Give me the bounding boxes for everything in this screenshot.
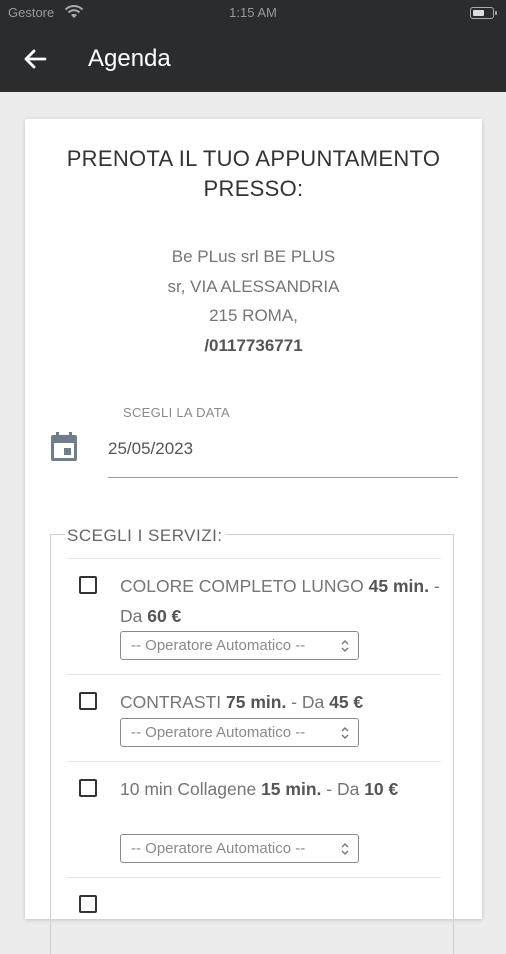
operator-select-value: -- Operatore Automatico -- [131,637,306,654]
date-input[interactable]: 25/05/2023 [108,439,193,459]
operator-select-value: -- Operatore Automatico -- [131,840,306,857]
address-line-1: Be PLus srl BE PLUS [171,247,336,266]
row-divider [67,558,441,559]
row-divider [67,877,441,878]
status-bar: Gestore 1:15 AM [0,0,506,28]
service-checkbox-contrasti[interactable] [79,692,97,710]
service-label-contrasti: CONTRASTI 75 min. - Da 45 € [120,687,440,717]
service-checkbox-next[interactable] [79,895,97,913]
service-price: 10 € [364,779,399,799]
service-price-prefix: - Da [321,779,365,799]
service-price-prefix: - Da [286,692,330,712]
select-chevron-icon [341,640,349,652]
operator-select-colore-completo[interactable]: -- Operatore Automatico -- [120,631,359,660]
service-name: COLORE COMPLETO LUNGO [120,576,364,596]
row-divider [67,761,441,762]
service-price: 45 € [329,692,364,712]
service-price: 60 € [147,606,182,626]
service-duration: 15 min. [261,779,322,799]
page-title: Agenda [88,45,171,72]
calendar-icon[interactable] [49,431,79,463]
booking-heading: PRENOTA IL TUO APPUNTAMENTO PRESSO: [25,144,482,204]
service-label-colore-completo: COLORE COMPLETO LUNGO 45 min. - Da 60 € [120,571,440,631]
service-label-collagene: 10 min Collagene 15 min. - Da 10 € [120,774,440,804]
salon-address: Be PLus srl BE PLUS sr, VIA ALESSANDRIA … [25,242,482,360]
booking-card: PRENOTA IL TUO APPUNTAMENTO PRESSO: Be P… [25,119,482,954]
status-time: 1:15 AM [229,5,277,20]
operator-select-value: -- Operatore Automatico -- [131,724,306,741]
service-duration: 75 min. [226,692,287,712]
operator-select-collagene[interactable]: -- Operatore Automatico -- [120,834,359,863]
select-chevron-icon [341,727,349,739]
service-checkbox-collagene[interactable] [79,779,97,797]
back-arrow-icon[interactable] [20,44,50,74]
battery-icon [470,7,497,19]
address-line-3: 215 ROMA, [209,306,298,325]
service-duration: 45 min. [368,576,429,596]
row-divider [67,674,441,675]
app-header: Gestore 1:15 AM Agenda [0,0,506,92]
address-line-2: sr, VIA ALESSANDRIA [167,276,340,296]
heading-line-1: PRENOTA IL TUO APPUNTAMENTO [66,146,441,171]
select-chevron-icon [341,843,349,855]
service-checkbox-colore-completo[interactable] [79,576,97,594]
date-field-label: SCEGLI LA DATA [123,405,231,420]
service-name: CONTRASTI [120,692,222,712]
operator-select-contrasti[interactable]: -- Operatore Automatico -- [120,718,359,747]
date-input-underline [108,477,458,478]
heading-line-2: PRESSO: [203,176,304,201]
salon-phone: /0117736771 [204,335,303,355]
service-name: 10 min Collagene [120,779,257,799]
services-legend: SCEGLI I SERVIZI: [65,526,225,546]
